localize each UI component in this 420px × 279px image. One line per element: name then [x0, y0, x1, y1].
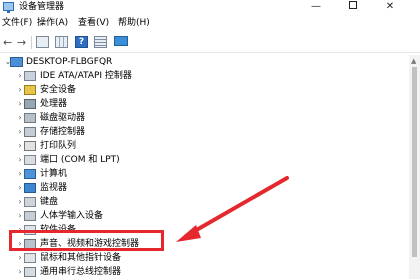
details-view-icon[interactable] — [94, 36, 107, 48]
scan-hardware-icon[interactable] — [114, 36, 128, 46]
tree-item-label: 计算机 — [40, 169, 68, 179]
tree-item-ports[interactable]: › 端口 (COM 和 LPT) — [0, 153, 400, 167]
toolbar-separator — [31, 36, 32, 49]
computer-icon — [24, 169, 36, 179]
menu-view[interactable]: 查看(V) — [78, 17, 109, 30]
tree-item-label: 打印队列 — [40, 141, 77, 151]
tree-root[interactable]: ⌄ DESKTOP-FLBGFQR — [0, 55, 400, 69]
printer-icon — [24, 141, 36, 151]
security-device-icon — [24, 85, 36, 95]
tree-item-label: 安全设备 — [40, 85, 77, 95]
toolbar: ← → ? — [0, 33, 420, 53]
port-icon — [24, 155, 36, 165]
menu-help[interactable]: 帮助(H) — [118, 17, 150, 30]
mouse-icon — [24, 253, 36, 263]
tree-item-label: 鼠标和其他指针设备 — [40, 253, 122, 263]
processor-icon — [24, 99, 36, 109]
tree-item-label: IDE ATA/ATAPI 控制器 — [40, 71, 132, 81]
tree-item-label: 监视器 — [40, 183, 68, 193]
tree-item-monitor[interactable]: › 监视器 — [0, 181, 400, 195]
ide-controller-icon — [24, 71, 36, 81]
tree-item-computer[interactable]: › 计算机 — [0, 167, 400, 181]
tree-item-ide[interactable]: › IDE ATA/ATAPI 控制器 — [0, 69, 400, 83]
storage-controller-icon — [24, 127, 36, 137]
maximize-icon — [349, 1, 357, 9]
hid-icon — [24, 211, 36, 221]
tree-item-label: 磁盘驱动器 — [40, 113, 86, 123]
tree-root-label: DESKTOP-FLBGFQR — [26, 57, 113, 67]
monitor-icon — [24, 183, 36, 193]
device-manager-icon — [3, 2, 14, 13]
forward-button[interactable]: → — [17, 36, 26, 49]
tree-item-keyboard[interactable]: › 键盘 — [0, 195, 400, 209]
tree-item-label: 通用串行总线控制器 — [40, 267, 122, 277]
highlight-box — [9, 230, 164, 251]
tree-item-print-queue[interactable]: › 打印队列 — [0, 139, 400, 153]
window-title: 设备管理器 — [19, 2, 65, 12]
tree-item-usb[interactable]: › 通用串行总线控制器 — [0, 265, 400, 279]
tree-item-security[interactable]: › 安全设备 — [0, 83, 400, 97]
tree-item-processor[interactable]: › 处理器 — [0, 97, 400, 111]
scroll-thumb[interactable] — [412, 67, 417, 257]
menu-bar: 文件(F) 操作(A) 查看(V) 帮助(H) — [0, 16, 420, 31]
tree-item-label: 键盘 — [40, 197, 59, 207]
tree-item-disk[interactable]: › 磁盘驱动器 — [0, 111, 400, 125]
tree-item-label: 存储控制器 — [40, 127, 86, 137]
close-button[interactable]: ✕ — [376, 0, 404, 14]
tree-item-label: 处理器 — [40, 99, 68, 109]
back-button[interactable]: ← — [3, 36, 12, 49]
tree-item-mouse[interactable]: › 鼠标和其他指针设备 — [0, 251, 400, 265]
minimize-button[interactable]: — — [302, 0, 330, 14]
computer-icon — [10, 57, 23, 67]
menu-action[interactable]: 操作(A) — [37, 17, 68, 30]
maximize-button[interactable] — [339, 0, 367, 14]
keyboard-icon — [24, 197, 36, 207]
tree-item-hid[interactable]: › 人体学输入设备 — [0, 209, 400, 223]
help-icon[interactable]: ? — [75, 36, 88, 48]
usb-controller-icon — [24, 267, 36, 277]
tree-item-storage[interactable]: › 存储控制器 — [0, 125, 400, 139]
vertical-scrollbar[interactable]: ▲ — [409, 55, 420, 279]
show-hide-console-tree-icon[interactable] — [36, 36, 49, 48]
title-bar: 设备管理器 — ✕ — [0, 0, 420, 14]
disk-drive-icon — [24, 113, 36, 123]
menu-file[interactable]: 文件(F) — [2, 17, 32, 30]
tree-item-label: 端口 (COM 和 LPT) — [40, 155, 120, 165]
properties-icon[interactable] — [55, 36, 68, 48]
scroll-up-icon[interactable]: ▲ — [411, 57, 416, 65]
tree-item-label: 人体学输入设备 — [40, 211, 104, 221]
